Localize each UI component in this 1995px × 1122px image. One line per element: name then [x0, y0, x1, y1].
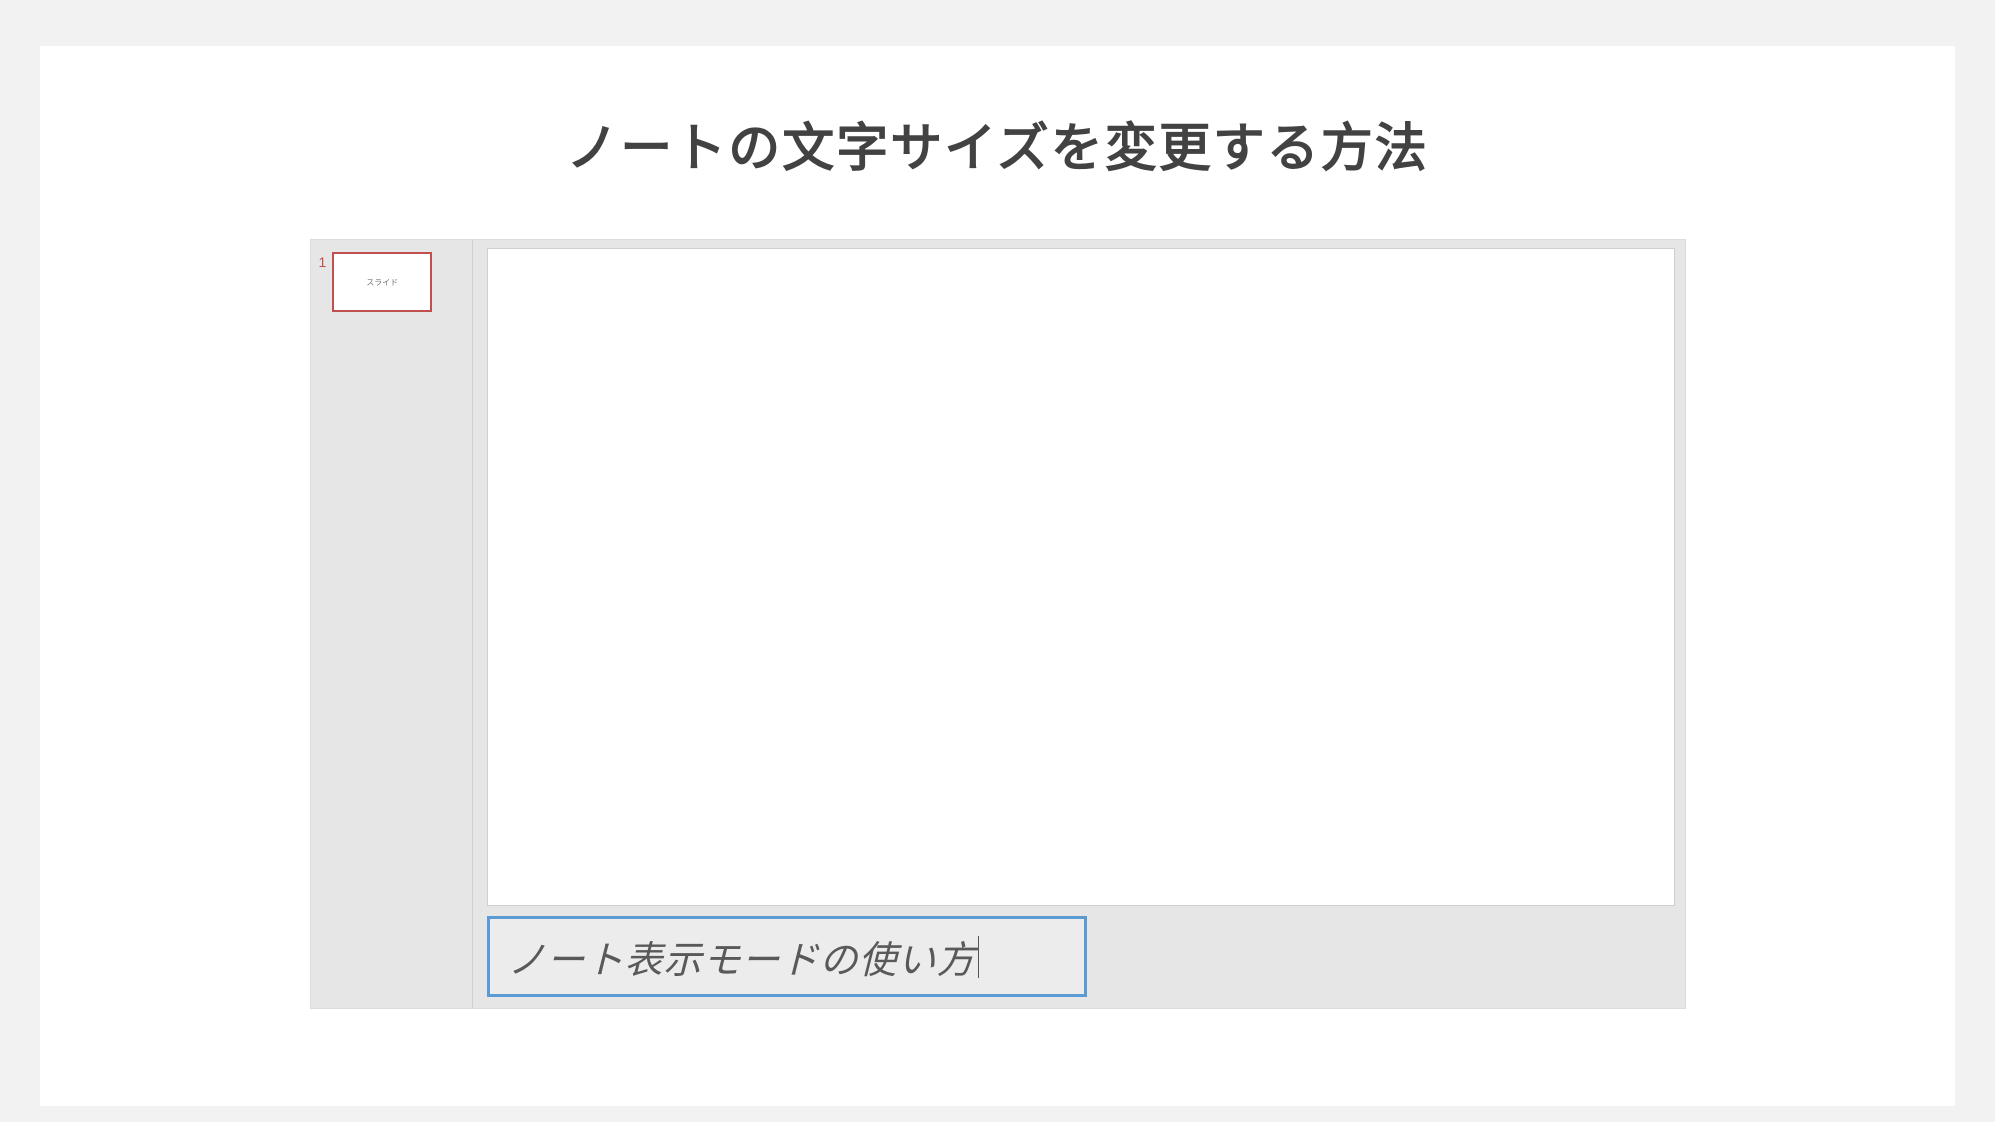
- notes-pane: ノート表示モードの使い方: [487, 916, 1675, 1008]
- thumbnail-row[interactable]: 1 スライド: [319, 252, 433, 312]
- slide-thumbnail[interactable]: スライド: [332, 252, 432, 312]
- thumbnail-panel: 1 スライド: [311, 240, 473, 1008]
- page-card: ノートの文字サイズを変更する方法 1 スライド ノート表示モードの使い方: [40, 46, 1955, 1106]
- main-editor-area: ノート表示モードの使い方: [473, 240, 1685, 1008]
- notes-text: ノート表示モードの使い方: [508, 929, 976, 984]
- page-title: ノートの文字サイズを変更する方法: [566, 106, 1428, 181]
- presentation-editor: 1 スライド ノート表示モードの使い方: [310, 239, 1686, 1009]
- notes-input[interactable]: ノート表示モードの使い方: [487, 916, 1087, 997]
- thumbnail-label: スライド: [366, 277, 398, 288]
- thumbnail-index: 1: [319, 254, 327, 270]
- slide-canvas[interactable]: [487, 248, 1675, 906]
- text-caret-icon: [978, 936, 979, 978]
